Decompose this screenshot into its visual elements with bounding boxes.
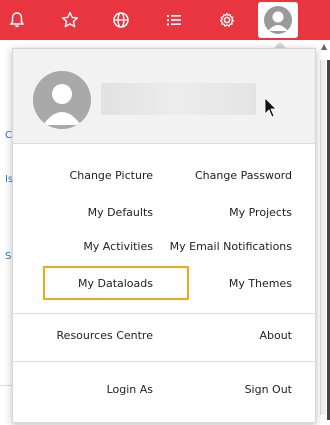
- gear-icon[interactable]: [215, 8, 239, 32]
- scrollbar-track[interactable]: [320, 60, 326, 415]
- list-icon[interactable]: [162, 8, 186, 32]
- user-menu-dropdown: Change Picture Change Password My Defaul…: [12, 48, 316, 423]
- user-avatar-icon: [33, 71, 91, 129]
- menu-item-resources-centre[interactable]: Resources Centre: [57, 329, 153, 342]
- background-text-fragment: S: [5, 251, 12, 262]
- menu-item-change-picture[interactable]: Change Picture: [70, 169, 153, 182]
- background-page-left: [0, 40, 12, 425]
- star-icon[interactable]: [58, 8, 82, 32]
- menu-item-my-defaults[interactable]: My Defaults: [88, 206, 153, 219]
- menu-item-login-as[interactable]: Login As: [107, 383, 153, 396]
- menu-item-my-activities[interactable]: My Activities: [83, 240, 153, 253]
- user-avatar-button[interactable]: [258, 2, 298, 38]
- top-nav-bar: [0, 0, 330, 40]
- menu-divider: [13, 361, 315, 362]
- notification-bell-icon[interactable]: [5, 8, 29, 32]
- mouse-cursor-icon: [264, 97, 278, 123]
- profile-header: [13, 49, 315, 144]
- profile-avatar: [33, 71, 91, 129]
- menu-item-my-email-notifications[interactable]: My Email Notifications: [170, 240, 292, 253]
- menu-item-my-dataloads[interactable]: My Dataloads: [78, 277, 153, 290]
- scroll-up-arrow-icon[interactable]: ▲: [321, 42, 327, 51]
- background-page-bottom: [0, 385, 12, 425]
- menu-item-sign-out[interactable]: Sign Out: [245, 383, 292, 396]
- menu-item-about[interactable]: About: [259, 329, 292, 342]
- user-avatar-icon: [264, 6, 292, 34]
- menu-item-my-projects[interactable]: My Projects: [229, 206, 292, 219]
- menu-item-my-themes[interactable]: My Themes: [229, 277, 292, 290]
- background-text-fragment: C: [5, 130, 12, 141]
- menu-item-change-password[interactable]: Change Password: [195, 169, 292, 182]
- globe-icon[interactable]: [109, 8, 133, 32]
- menu-divider: [13, 313, 315, 314]
- profile-name-redacted: [101, 83, 256, 115]
